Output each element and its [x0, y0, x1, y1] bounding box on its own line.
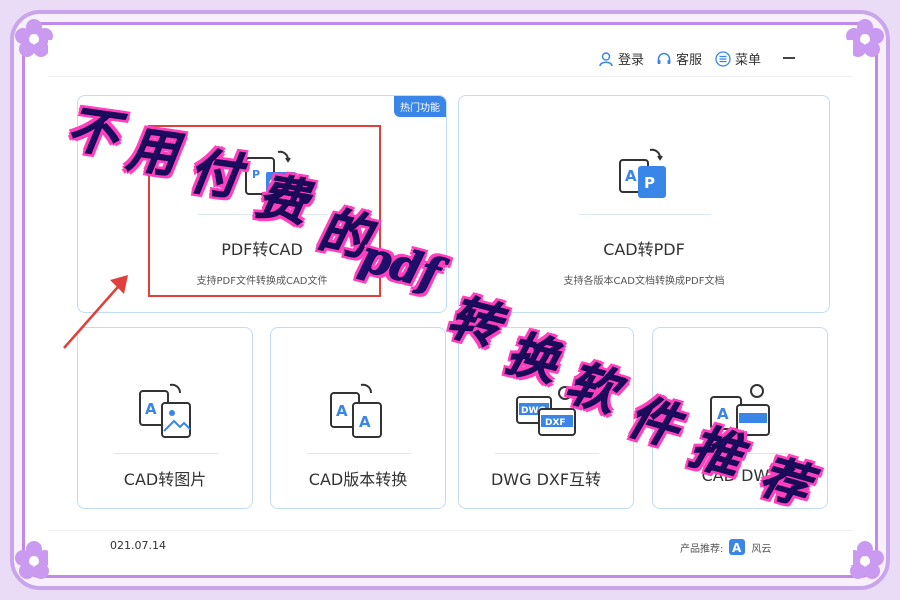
card-cad-to-pdf[interactable]: A P CAD转PDF 支持各版本CAD文档转换成PDF文档: [458, 95, 830, 313]
cad-to-pdf-icon: A P: [619, 148, 666, 198]
svg-text:A: A: [336, 402, 348, 420]
card-description: 支持各版本CAD文档转换成PDF文档: [563, 276, 725, 287]
product-recommend[interactable]: 产品推荐: A 风云: [680, 539, 771, 555]
divider: [307, 453, 411, 454]
hot-feature-badge: 热门功能: [394, 96, 446, 117]
svg-text:A: A: [145, 400, 157, 418]
headset-icon: [657, 52, 671, 64]
product-name: 风云: [751, 543, 772, 555]
svg-text:A: A: [359, 413, 371, 431]
status-footer: 021.07.14 产品推荐: A 风云: [48, 530, 853, 565]
divider: [579, 214, 711, 215]
product-logo-icon: A: [729, 539, 746, 555]
overlay-char: 用: [123, 118, 182, 185]
card-title: DWG DXF互转: [490, 470, 602, 489]
cad-to-image-icon: A: [139, 383, 191, 438]
divider: [114, 453, 218, 454]
svg-text:A: A: [625, 167, 637, 185]
svg-text:A: A: [732, 541, 742, 555]
menu-icon: [715, 50, 731, 67]
login-label: 登录: [618, 53, 645, 68]
user-icon: [599, 51, 613, 66]
overlay-char: 付: [185, 140, 244, 207]
cad-version-icon: A A: [330, 383, 382, 438]
menu-label: 菜单: [735, 53, 762, 68]
card-title: CAD版本转换: [308, 470, 408, 489]
card-title: CAD转图片: [123, 470, 207, 489]
red-arrow-icon: [63, 275, 128, 349]
minimize-icon[interactable]: [783, 57, 795, 59]
login-button[interactable]: 登录: [598, 49, 644, 68]
recommend-label: 产品推荐:: [680, 543, 724, 555]
service-label: 客服: [676, 53, 703, 68]
divider: [495, 453, 599, 454]
menu-button[interactable]: 菜单: [715, 49, 761, 68]
version-date: 021.07.14: [110, 539, 166, 552]
card-cad-version[interactable]: A A CAD版本转换: [270, 327, 446, 509]
top-toolbar: 登录 客服 菜单: [48, 40, 853, 77]
svg-text:P: P: [644, 174, 655, 192]
card-title: CAD转PDF: [603, 240, 685, 259]
overlay-char: 不: [63, 98, 122, 165]
svg-text:DXF: DXF: [545, 418, 566, 428]
customer-service-button[interactable]: 客服: [656, 49, 702, 68]
